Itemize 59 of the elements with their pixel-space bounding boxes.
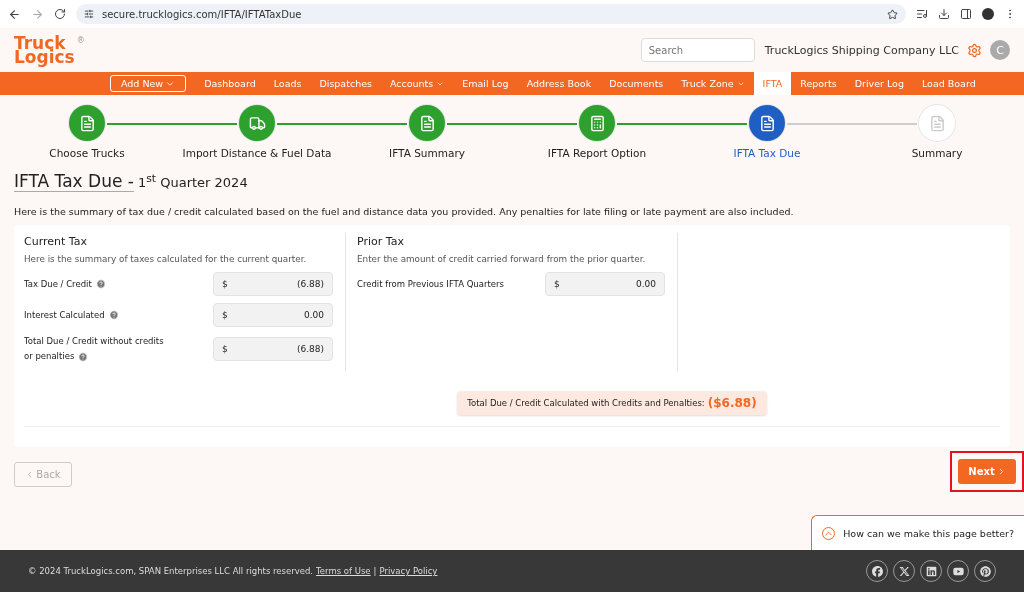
footer-link[interactable]: Privacy Policy [379, 566, 438, 576]
nav-link[interactable]: Load Board [912, 72, 985, 95]
quarter-label: 1$^{st}$ Quarter 2024 [137, 171, 248, 190]
nav-link[interactable]: Dashboard [195, 72, 265, 95]
company-name: TruckLogics Shipping Company LLC [764, 43, 959, 57]
link-separator: | [373, 566, 377, 576]
nav-link[interactable]: Reports [791, 72, 846, 95]
amount-field[interactable]: $ (6.88) [213, 337, 333, 361]
download-icon[interactable] [938, 8, 950, 20]
reload-icon[interactable] [54, 8, 66, 20]
avatar[interactable]: C [990, 40, 1010, 60]
search-field[interactable]: Search [640, 38, 755, 62]
add-new-button[interactable]: Add New [110, 75, 187, 92]
nav-link[interactable]: Loads [264, 72, 311, 95]
profile-icon[interactable] [982, 8, 994, 20]
section-title: Current Tax [24, 235, 88, 248]
amount-field[interactable]: $ 0.00 [545, 272, 665, 296]
site-info-icon[interactable] [84, 9, 94, 19]
nav-link[interactable]: Dispatches [310, 72, 381, 95]
amount-field[interactable]: $ 0.00 [213, 303, 333, 327]
field-label: Tax Due / Credit [24, 276, 174, 292]
url-text: secure.trucklogics.com/IFTA/IFTATaxDue [102, 8, 302, 20]
page-title: IFTA Tax Due - [14, 171, 134, 192]
back-button[interactable]: Back [14, 462, 72, 487]
step-label: IFTA Report Option [547, 147, 647, 159]
nav-link[interactable]: Documents [600, 72, 673, 95]
page-description: Here is the summary of tax due / credit calculated based on the fuel and distance data you provided. Any penalties for late filing or late payment are also included. [14, 206, 795, 217]
back-icon[interactable] [8, 7, 21, 21]
nav-link[interactable]: Address Book [517, 72, 601, 95]
section-title: Prior Tax [357, 235, 405, 248]
field-label: Interest Calculated [24, 307, 174, 323]
help-icon[interactable] [108, 310, 119, 320]
nav-link[interactable]: Accounts [380, 72, 454, 95]
total-banner: Total Due / Credit Calculated with Credits and Penalties: ($6.88) [457, 391, 767, 415]
section-description: Enter the amount of credit carried forward from the prior quarter. [357, 254, 647, 264]
footer-link[interactable]: Terms of Use [316, 566, 371, 576]
settings-icon[interactable] [967, 42, 982, 58]
bookmark-icon[interactable] [887, 8, 898, 20]
help-icon[interactable] [95, 279, 106, 289]
feedback-button[interactable]: How can we make this page better? [811, 515, 1024, 550]
help-icon[interactable] [78, 351, 89, 362]
nav-link[interactable]: Driver Log [845, 72, 913, 95]
address-bar[interactable]: secure.trucklogics.com/IFTA/IFTATaxDue [76, 4, 906, 24]
step-label: IFTA Tax Due [733, 147, 801, 159]
step-label: IFTA Summary [389, 147, 465, 159]
section-description: Here is the summary of taxes calculated for the current quarter. [24, 254, 308, 264]
media-icon[interactable] [916, 8, 928, 20]
step-label: Summary [911, 147, 963, 159]
copyright-text: © 2024 TruckLogics.com, SPAN Enterprises LLC All rights reserved. [28, 566, 314, 576]
side-panel-icon[interactable] [960, 8, 972, 20]
next-button[interactable]: Next [958, 459, 1016, 484]
step-label: Choose Trucks [49, 147, 125, 159]
nav-link[interactable]: IFTA [753, 72, 792, 95]
field-label: Credit from Previous IFTA Quarters [357, 277, 505, 291]
nav-link[interactable]: Truck Zone [672, 72, 754, 95]
field-label: Total Due / Credit without credits or penalties [24, 335, 165, 364]
step-label: Import Distance & Fuel Data [182, 147, 332, 159]
amount-field[interactable]: $ (6.88) [213, 272, 333, 296]
nav-link[interactable]: Email Log [453, 72, 518, 95]
